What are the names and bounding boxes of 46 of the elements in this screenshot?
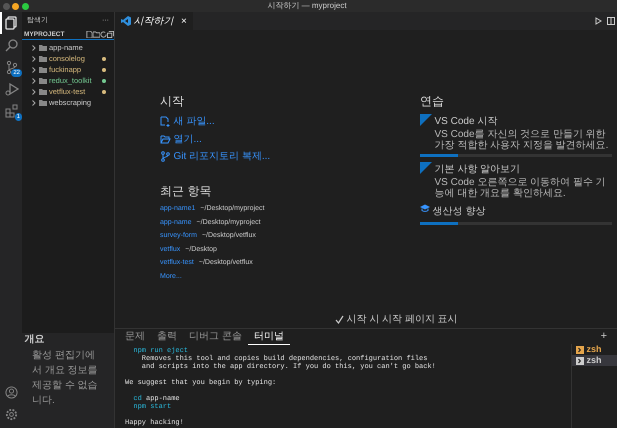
graduation-cap-icon [420,204,430,212]
extensions-icon[interactable] [5,104,19,118]
panel-tab[interactable]: 문제 [119,328,151,344]
terminal-list-item[interactable]: zsh [572,355,617,366]
panel-tab[interactable]: 출력 [151,328,183,344]
window-title: 시작하기 — myproject [266,0,348,12]
checkbox[interactable] [335,315,344,324]
branch-icon[interactable] [5,60,19,74]
panel-tab[interactable]: 터미널 [248,328,290,344]
minimize-window-icon[interactable] [12,2,19,10]
recent-heading: 최근 항목 [160,183,212,200]
walkthrough-description: VS Code를 자신의 것으로 만들기 위한 가장 적합한 사용자 지정을 발견하세요. [434,129,610,151]
settings-icon[interactable] [4,408,18,421]
start-action-link[interactable]: 새 파일... [174,114,215,129]
new-file-icon[interactable] [86,31,93,38]
start-action-link[interactable]: 열기... [174,132,202,146]
run-icon[interactable] [594,17,602,25]
new-file-icon [160,116,171,127]
close-tab-button[interactable]: × [181,14,187,28]
split-editor-icon[interactable] [606,17,614,25]
collapse-all-icon[interactable] [107,31,114,38]
search-icon[interactable] [5,38,19,52]
walkthrough-description: VS Code 오른쪽으로 이동하여 필수 기능에 대한 개요를 확인하세요. [434,177,607,199]
run-debug-icon[interactable] [5,82,19,96]
tab-label: 시작하기 [134,14,174,28]
files-icon[interactable] [5,16,19,30]
maximize-window-icon[interactable] [22,2,28,10]
outline-message: 활성 편집기에서 개요 정보를 제공할 수 없습니다. [31,348,99,408]
terminal-list-item[interactable]: zsh [572,344,617,355]
outline-header[interactable]: 개요 [24,332,44,346]
branch-icon [160,151,171,162]
folder-icon [160,134,171,144]
walkthroughs-heading: 연습 [420,93,445,110]
refresh-icon[interactable] [100,31,107,38]
start-heading: 시작 [160,93,185,110]
panel-tab[interactable]: 디버그 콘솔 [183,328,248,344]
start-action-link[interactable]: Git 리포지토리 복제... [174,149,270,164]
account-icon[interactable] [4,386,18,399]
code-logo-icon [121,16,131,26]
walkthrough-title[interactable]: 기본 사항 알아보기 [434,162,612,177]
walkthrough-title[interactable]: VS Code 시작 [434,114,612,129]
new-terminal-button[interactable]: + [600,328,607,345]
new-folder-icon[interactable] [93,31,100,38]
checkbox-label[interactable]: 시작 시 시작 페이지 표시 [346,312,458,327]
walkthrough-title[interactable]: 생산성 향상 [432,204,486,219]
editor-tab[interactable]: 시작하기 × [115,12,193,30]
